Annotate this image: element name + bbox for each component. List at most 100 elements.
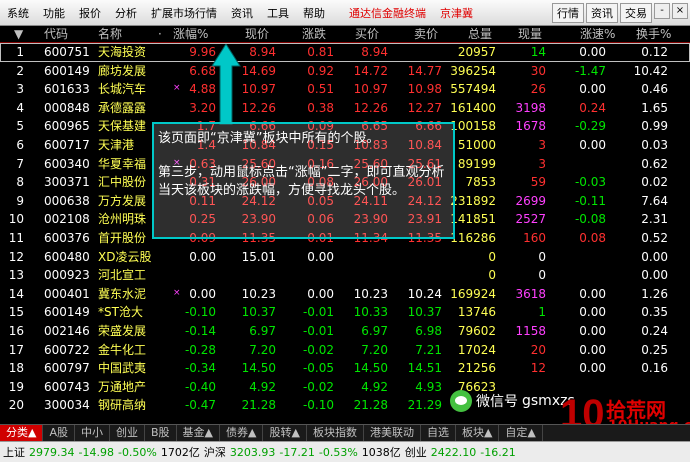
header-turnover[interactable]: 换手% [636, 26, 671, 43]
menu-help[interactable]: 帮助 [296, 5, 332, 21]
tab-item[interactable]: 债券▲ [220, 425, 264, 441]
menu-ext-market[interactable]: 扩展市场行情 [144, 5, 224, 21]
menu-news[interactable]: 资讯 [224, 5, 260, 21]
row-chg: 0.00 [307, 249, 334, 264]
sort-down-icon[interactable]: ▼ [14, 26, 23, 43]
menu-tools[interactable]: 工具 [260, 5, 296, 21]
menu-buttons: 行情 资讯 交易 - × [552, 3, 688, 23]
tab-item[interactable]: 中小 [75, 425, 110, 441]
table-row[interactable]: 2 600149 廊坊发展 6.68 14.69 0.92 14.72 14.77 396254… [0, 62, 690, 81]
broker-title: 通达信金融终端 [349, 6, 426, 20]
row-chg: 0.81 [307, 45, 334, 59]
row-vol: 20957 [457, 45, 496, 59]
row-name: 长城汽车 [98, 82, 147, 97]
header-pct[interactable]: 涨幅% [173, 26, 208, 43]
row-speed: 0.00 [579, 323, 606, 338]
row-name: 廊坊发展 [98, 63, 147, 78]
row-cur: 1 [538, 305, 546, 320]
category-tabs: 分类▲ A股 中小 创业 B股 基金▲ 债券▲ 股转▲ 板块指数 港美联动 自选 板块▲ 自定▲ [0, 424, 690, 441]
row-vol: 79602 [457, 323, 496, 338]
row-ask: 4.93 [415, 379, 442, 394]
header-dot: · [158, 27, 162, 41]
menu-analysis[interactable]: 分析 [108, 5, 144, 21]
header-cur[interactable]: 现量 [518, 26, 542, 43]
row-turnover: 7.64 [641, 193, 668, 208]
table-row[interactable]: 13 000923 河北宣工 0 0 0.00 [0, 266, 690, 285]
row-code: 600965 [44, 119, 90, 134]
row-cur: 160 [523, 230, 546, 245]
table-row[interactable]: 17 600722 金牛化工 -0.28 7.20 -0.02 7.20 7.21 17024 2… [0, 341, 690, 360]
row-index: 3 [16, 82, 24, 97]
sh-percent: -0.50% [117, 445, 157, 459]
row-bid: 10.23 [353, 286, 388, 301]
row-cur: 2699 [515, 193, 546, 208]
tab-item[interactable]: A股 [43, 425, 75, 441]
header-chg[interactable]: 涨跌 [302, 26, 326, 43]
table-row[interactable]: 16 002146 荣盛发展 -0.14 6.97 -0.01 6.97 6.98 79602 1… [0, 322, 690, 341]
row-cur: 3 [538, 137, 546, 152]
row-pct: -0.10 [184, 305, 216, 320]
row-ask: 10.98 [407, 82, 442, 97]
row-code: 600751 [44, 45, 90, 59]
menu-system[interactable]: 系统 [0, 5, 36, 21]
row-index: 12 [8, 249, 24, 264]
row-chg: -0.02 [302, 379, 334, 394]
tab-item[interactable]: B股 [145, 425, 177, 441]
tab-item[interactable]: 创业 [110, 425, 145, 441]
row-chg: -0.01 [302, 323, 334, 338]
menu-quote[interactable]: 报价 [72, 5, 108, 21]
table-row[interactable]: 12 600480 XD凌云股 0.00 15.01 0.00 0 0 0.00 [0, 248, 690, 267]
row-turnover: 0.35 [641, 305, 668, 320]
tab-item[interactable]: 板块指数 [307, 425, 364, 441]
tab-item[interactable]: 自选 [421, 425, 456, 441]
row-name: 冀东水泥 [98, 286, 147, 301]
row-index: 18 [8, 361, 24, 376]
row-vol: 0 [488, 268, 496, 283]
tab-item[interactable]: 自定▲ [499, 425, 543, 441]
row-ask: 14.51 [407, 361, 442, 376]
trade-button[interactable]: 交易 [620, 3, 652, 23]
row-chg: 0.00 [307, 286, 334, 301]
row-cur: 59 [530, 175, 546, 190]
tab-item[interactable]: 港美联动 [364, 425, 421, 441]
row-code: 600480 [44, 249, 90, 264]
row-index: 16 [8, 323, 24, 338]
close-button[interactable]: × [672, 3, 688, 19]
table-row[interactable]: 1 600751 天海投资 9.96 8.94 0.81 8.94 20957 14 0.00 0.… [0, 43, 690, 62]
table-row[interactable]: 18 600797 中国武夷 -0.34 14.50 -0.05 14.50 14.51 212… [0, 359, 690, 378]
row-index: 20 [8, 398, 24, 413]
table-row[interactable]: 3 601633 长城汽车 4.88 10.97 0.51 10.97 10.98 557494… [0, 80, 690, 99]
row-cur: 3198 [515, 100, 546, 115]
row-turnover: 0.46 [641, 82, 668, 97]
quote-button[interactable]: 行情 [552, 3, 584, 23]
minimize-button[interactable]: - [654, 3, 670, 19]
tab-item[interactable]: 分类▲ [0, 425, 44, 441]
table-row[interactable]: 14 000401 冀东水泥 0.00 10.23 0.00 10.23 10.24 16992… [0, 285, 690, 304]
header-code[interactable]: 代码 [44, 26, 68, 43]
table-row[interactable]: 4 000848 承德露露 3.20 12.26 0.38 12.26 12.27 161400… [0, 99, 690, 118]
tab-item[interactable]: 股转▲ [263, 425, 307, 441]
header-speed[interactable]: 涨速% [580, 26, 615, 43]
header-ask[interactable]: 卖价 [414, 26, 438, 43]
header-name[interactable]: 名称 [98, 26, 122, 43]
tab-item[interactable]: 板块▲ [456, 425, 500, 441]
tab-item[interactable]: 基金▲ [177, 425, 221, 441]
row-index: 5 [16, 119, 24, 134]
header-price[interactable]: 现价 [245, 26, 269, 43]
row-ask: 10.24 [407, 286, 442, 301]
row-index: 4 [16, 100, 24, 115]
cyb-change: -16.21 [480, 445, 516, 459]
header-bid[interactable]: 买价 [355, 26, 379, 43]
status-bar: 上证 2979.34 -14.98 -0.50% 1702亿 沪深 3203.9… [0, 441, 690, 462]
row-pct: -0.34 [184, 361, 216, 376]
table-row[interactable]: 15 600149 *ST沧大 -0.10 10.37 -0.01 10.33 10.37 13… [0, 303, 690, 322]
row-price: 10.37 [241, 305, 276, 320]
news-button[interactable]: 资讯 [586, 3, 618, 23]
row-cur: 3 [538, 156, 546, 171]
menu-function[interactable]: 功能 [36, 5, 72, 21]
row-ask: 6.98 [415, 323, 442, 338]
sz-percent: -0.53% [318, 445, 358, 459]
row-name: 钢研高纳 [98, 398, 147, 413]
header-vol[interactable]: 总量 [468, 26, 492, 43]
row-bid: 14.50 [353, 361, 388, 376]
